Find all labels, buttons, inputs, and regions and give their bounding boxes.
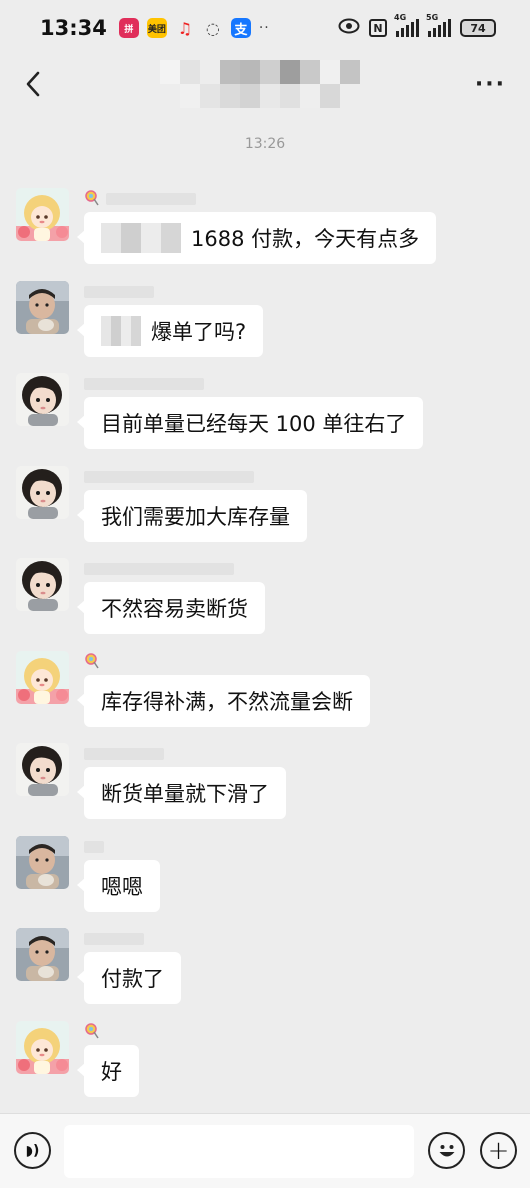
message-text: 爆单了吗? (151, 320, 247, 344)
nfc-icon: N (369, 19, 387, 37)
status-left: 13:34 拼 美团 ♫ ◌ 支 ·· (40, 16, 270, 40)
message-item: 目前单量已经每天 100 单往右了 (16, 373, 516, 453)
redacted-mention (101, 223, 181, 253)
sender-name-redacted (84, 836, 104, 858)
message-item: 嗯嗯 (16, 836, 516, 916)
sender-avatar[interactable] (16, 836, 69, 889)
eye-icon (338, 18, 360, 39)
more-actions-button[interactable]: + (480, 1132, 517, 1169)
message-text: 付款了 (101, 967, 164, 991)
sender-avatar[interactable] (16, 558, 69, 611)
network-label-5g: 5G (426, 13, 439, 22)
message-item: 付款了 (16, 928, 516, 1008)
chat-title-redacted (160, 60, 360, 108)
name-blur (84, 471, 254, 483)
message-text: 嗯嗯 (101, 875, 143, 899)
name-blur (84, 286, 154, 298)
network-label-4g: 4G (394, 13, 407, 22)
more-notifications-icon: ·· (258, 20, 270, 36)
message-text: 我们需要加大库存量 (101, 505, 290, 529)
message-text: 断货单量就下滑了 (101, 782, 269, 806)
message-item: 不然容易卖断货 (16, 558, 516, 638)
chat-header: ··· (0, 56, 530, 112)
sender-name-redacted (84, 188, 196, 210)
status-bar: 13:34 拼 美团 ♫ ◌ 支 ·· N 4G 5G 74 (0, 0, 530, 56)
message-bubble[interactable]: 好 (77, 1045, 139, 1097)
sender-name-redacted (84, 1021, 100, 1043)
sender-avatar[interactable] (16, 466, 69, 519)
message-input[interactable] (64, 1125, 414, 1178)
sender-name-redacted (84, 651, 100, 673)
message-bubble[interactable]: 我们需要加大库存量 (77, 490, 307, 542)
message-text: 目前单量已经每天 100 单往右了 (101, 412, 407, 436)
sender-avatar[interactable] (16, 651, 69, 704)
message-bubble[interactable]: 爆单了吗? (76, 305, 264, 357)
message-item: 断货单量就下滑了 (16, 743, 516, 823)
name-blur (84, 841, 104, 853)
signal-4g-icon: 4G (394, 13, 419, 37)
status-right: N 4G 5G 74 (338, 13, 496, 39)
sender-avatar[interactable] (16, 928, 69, 981)
name-blur (106, 193, 196, 205)
status-time: 13:34 (40, 16, 107, 40)
sender-name-redacted (84, 466, 254, 488)
pinduoduo-icon: 拼 (118, 18, 139, 38)
message-bubble[interactable]: 不然容易卖断货 (77, 582, 265, 634)
plus-icon: + (487, 1135, 510, 1166)
sender-avatar[interactable] (16, 743, 69, 796)
music-icon: ♫ (177, 18, 193, 38)
sender-name-redacted (84, 928, 144, 950)
back-button[interactable] (18, 69, 48, 99)
message-bubble[interactable]: 目前单量已经每天 100 单往右了 (76, 397, 424, 449)
message-bubble[interactable]: 库存得补满，不然流量会断 (77, 675, 370, 727)
name-blur (84, 378, 204, 390)
message-bubble[interactable]: 嗯嗯 (77, 860, 160, 912)
message-text: 库存得补满，不然流量会断 (101, 690, 353, 714)
smiley-icon (439, 1144, 454, 1156)
redacted-mention (101, 316, 141, 346)
sender-name-redacted (84, 373, 204, 395)
message-item: 1688 付款，今天有点多 (16, 188, 516, 268)
message-bubble[interactable]: 1688 付款，今天有点多 (76, 212, 437, 264)
message-bubble[interactable]: 付款了 (77, 952, 181, 1004)
name-blur (84, 748, 164, 760)
sender-name-redacted (84, 281, 154, 303)
name-blur (84, 933, 144, 945)
message-bubble[interactable]: 断货单量就下滑了 (77, 767, 286, 819)
message-item: 库存得补满，不然流量会断 (16, 651, 516, 731)
sender-avatar[interactable] (16, 1021, 69, 1074)
message-text: 好 (101, 1060, 122, 1084)
sender-avatar[interactable] (16, 188, 69, 241)
chat-bubble-icon: ◌ (205, 18, 220, 38)
chat-timestamp: 13:26 (244, 136, 286, 152)
voice-icon: ◗) (25, 1142, 40, 1159)
message-text: 不然容易卖断货 (101, 597, 248, 621)
message-item: 好 (16, 1021, 516, 1101)
lollipop-icon (84, 189, 100, 209)
voice-input-button[interactable]: ◗) (14, 1132, 51, 1169)
emoji-button[interactable] (428, 1132, 465, 1169)
message-text: 1688 付款，今天有点多 (191, 227, 420, 251)
sender-name-redacted (84, 743, 164, 765)
message-input-bar: ◗) + (0, 1113, 530, 1188)
sender-avatar[interactable] (16, 373, 69, 426)
message-item: 我们需要加大库存量 (16, 466, 516, 546)
sender-name-redacted (84, 558, 234, 580)
sender-avatar[interactable] (16, 281, 69, 334)
name-blur (84, 563, 234, 575)
battery-icon: 74 (460, 19, 496, 37)
meituan-icon: 美团 (146, 18, 167, 38)
more-options-button[interactable]: ··· (475, 72, 506, 97)
lollipop-icon (84, 652, 100, 672)
signal-5g-icon: 5G (426, 13, 451, 37)
lollipop-icon (84, 1022, 100, 1042)
alipay-icon: 支 (230, 18, 251, 38)
message-item: 爆单了吗? (16, 281, 516, 361)
